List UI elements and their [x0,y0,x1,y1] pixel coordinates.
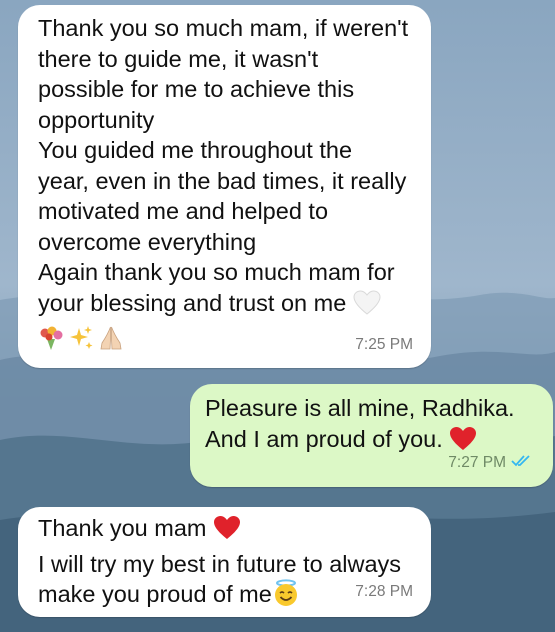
message-timestamp: 7:25 PM [355,335,413,353]
folded-hands-icon [98,325,124,359]
message-text-line: Again thank you so much mam for [38,259,395,285]
message-text-line: You guided me throughout the [38,137,353,163]
message-text-line: year, even in the bad times, it really [38,167,407,194]
message-timestamp: 7:28 PM [355,582,413,600]
message-text-line: there to guide me, it wasn't [38,45,319,72]
message-timestamp: 7:27 PM [448,453,506,471]
message-bubble-incoming[interactable]: Thank you mam I will try my best in futu… [18,507,431,617]
message-text-line: Thank you mam [38,513,431,549]
message-bubble-incoming[interactable]: Thank you so much mam, if weren't there … [18,5,431,368]
smiling-face-with-halo-icon [272,579,300,615]
message-text-line: your blessing and trust on me [38,288,431,324]
message-text-line: overcome everything [38,228,257,255]
message-text-line: possible for me to achieve this [38,76,355,102]
message-text-line: Thank you so much mam, if weren't [38,15,409,41]
message-meta: 7:27 PM [448,448,531,479]
sparkles-icon [68,325,94,359]
bouquet-icon [38,325,64,359]
message-meta: 7:28 PM [355,577,413,608]
red-heart-icon [213,515,241,549]
message-meta: 7:25 PM [355,330,413,361]
message-text-line: opportunity [38,106,155,133]
read-double-check-icon [511,448,531,479]
white-heart-icon [353,289,381,324]
message-text-line: I will try my best in future to always [38,550,402,577]
message-text-line: Pleasure is all mine, Radhika. [205,395,515,421]
message-bubble-outgoing[interactable]: Pleasure is all mine, Radhika. And I am … [190,384,553,487]
message-text-line: motivated me and helped to [38,198,329,224]
